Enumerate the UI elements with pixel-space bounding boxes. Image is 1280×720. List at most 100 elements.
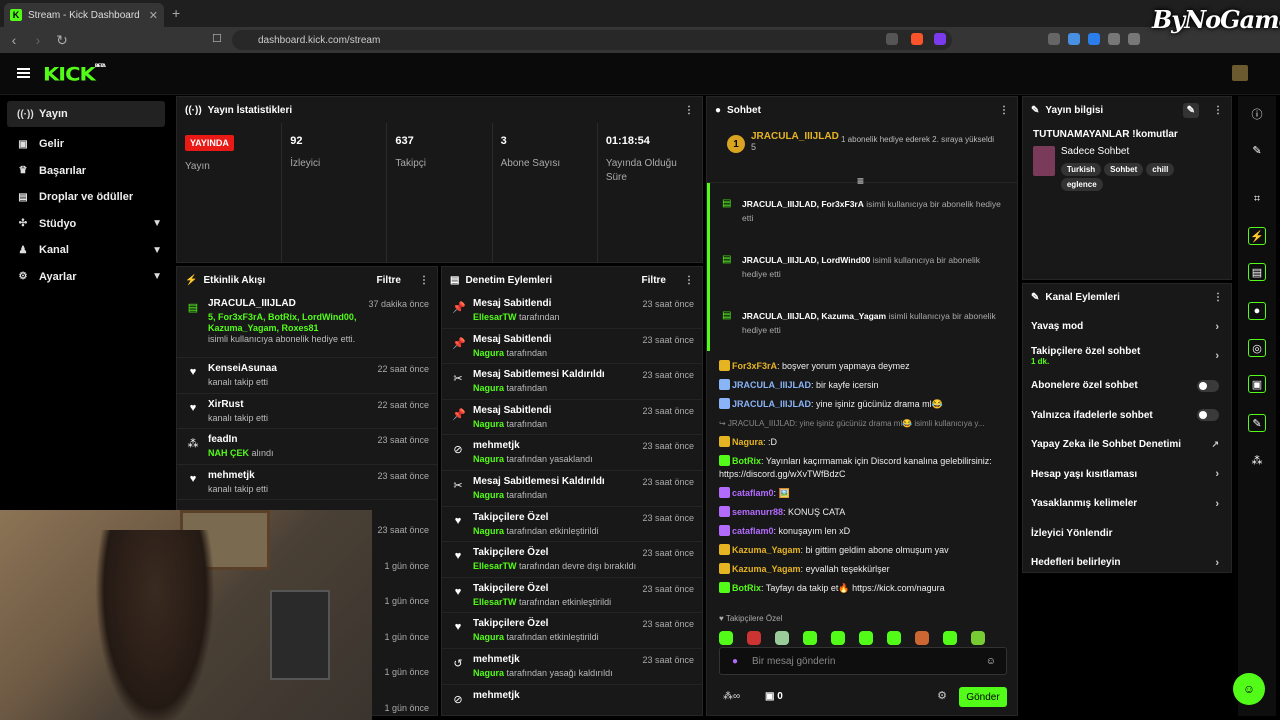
chat-username[interactable]: JRACULA_IIIJLAD [732, 399, 811, 409]
url-bar[interactable]: dashboard.kick.com/stream [232, 30, 952, 50]
filter-button[interactable]: Filtre [642, 275, 666, 286]
sidebar-item-droplar[interactable]: ▤ Droplar ve ödüller [0, 184, 172, 211]
more-icon[interactable]: ⋮ [999, 105, 1009, 116]
forward-icon[interactable]: › [28, 32, 48, 48]
chat-message[interactable]: cataflam0: konuşayım len xD [707, 522, 1017, 541]
chat-message[interactable]: JRACULA_IIIJLAD: yine işiniz gücünüz dra… [707, 395, 1017, 414]
chat-username[interactable]: cataflam0 [732, 526, 774, 536]
moderation-item[interactable]: 📌 Mesaj Sabitlendi Nagura tarafından 23 saa… [442, 400, 702, 436]
sidebar-item-ayarlar[interactable]: ⚙ Ayarlar ▼ [0, 264, 172, 291]
points-display[interactable]: ▣ 0 [765, 691, 783, 702]
channel-action[interactable]: Yalnızca ifadelerle sohbet [1023, 401, 1231, 431]
user-avatar[interactable] [1232, 65, 1248, 81]
moderation-item[interactable]: ✂ Mesaj Sabitlemesi Kaldırıldı Nagura tara… [442, 364, 702, 400]
moderation-item[interactable]: 📌 Mesaj Sabitlendi EllesarTW tarafından 23 … [442, 293, 702, 329]
moderation-item[interactable]: ⊘ mehmetjk [442, 685, 702, 715]
chat-message[interactable]: JRACULA_IIIJLAD: bir kayfe icersin [707, 376, 1017, 395]
channel-action[interactable]: Abonelere özel sohbet [1023, 371, 1231, 401]
edit-icon[interactable]: ✎ [1182, 102, 1199, 118]
mic-icon[interactable]: ● [732, 656, 738, 667]
emote-icon[interactable] [943, 631, 957, 645]
more-icon[interactable]: ⋮ [684, 105, 694, 116]
emote-icon[interactable] [775, 631, 789, 645]
extension-icon[interactable] [1068, 33, 1080, 45]
emote-icon[interactable] [747, 631, 761, 645]
category-name[interactable]: Sadece Sohbet [1061, 146, 1221, 157]
emote-icon[interactable] [859, 631, 873, 645]
chat-message[interactable]: cataflam0: 🖼️ [707, 484, 1017, 503]
channel-action[interactable]: İzleyici Yönlendir [1023, 519, 1231, 549]
channel-action[interactable]: Hesap yaşı kısıtlaması › [1023, 460, 1231, 490]
activity-item[interactable]: ▤ JRACULA_IIIJLAD 5, For3xF3rA, BotRix, Lo… [177, 293, 437, 358]
tag[interactable]: Sohbet [1104, 163, 1144, 176]
bookmark-icon[interactable]: ☐ [212, 32, 222, 45]
emote-icon[interactable] [915, 631, 929, 645]
browser-tab[interactable]: K Stream - Kick Dashboard ✕ [4, 3, 164, 27]
chat-username[interactable]: JRACULA_IIIJLAD [732, 380, 811, 390]
pinned-name[interactable]: JRACULA_IIIJLAD [751, 131, 839, 142]
moderation-item[interactable]: ♥ Takipçilere Özel Nagura tarafından etkin… [442, 507, 702, 543]
channel-action[interactable]: Hedefleri belirleyin › [1023, 548, 1231, 578]
chat-settings-icon[interactable]: ⚙ [937, 689, 947, 702]
chat-input[interactable]: ● Bir mesaj gönderin ☺ [719, 647, 1007, 675]
emote-icon[interactable] [971, 631, 985, 645]
more-icon[interactable]: ⋮ [684, 275, 694, 286]
moderation-item[interactable]: ♥ Takipçilere Özel Nagura tarafından etkin… [442, 613, 702, 649]
emoji-icon[interactable]: ☺ [986, 656, 996, 667]
activity-item[interactable]: ♥ mehmetjk kanalı takip etti 23 saat önce [177, 465, 437, 501]
chat-username[interactable]: For3xF3rA [732, 361, 777, 371]
menu-icon[interactable] [17, 68, 30, 78]
moderation-item[interactable]: ✂ Mesaj Sabitlemesi Kaldırıldı Nagura tara… [442, 471, 702, 507]
puzzle-icon[interactable] [1108, 33, 1120, 45]
info-icon[interactable]: ⓘ [1248, 105, 1266, 123]
channel-action[interactable]: Takipçilere özel sohbet 1 dk. › [1023, 342, 1231, 372]
emote-icon[interactable] [887, 631, 901, 645]
chat-message[interactable]: ↪ JRACULA_IIIJLAD: yine işiniz gücünüz d… [707, 414, 1017, 433]
chat-username[interactable]: cataflam0 [732, 488, 774, 498]
sidebar-icon[interactable] [1128, 33, 1140, 45]
moderation-item[interactable]: 📌 Mesaj Sabitlendi Nagura tarafından 23 saa… [442, 329, 702, 365]
edit-icon[interactable]: ✎ [1248, 141, 1266, 159]
tag[interactable]: chill [1146, 163, 1175, 176]
moderation-item[interactable]: ↺ mehmetjk Nagura tarafından yasağı kaldır… [442, 649, 702, 685]
rewards-icon[interactable] [934, 33, 946, 45]
back-icon[interactable]: ‹ [4, 32, 24, 48]
moderation-item[interactable]: ⊘ mehmetjk Nagura tarafından yasaklandı 23 … [442, 435, 702, 471]
emote-icon[interactable] [719, 631, 733, 645]
tag[interactable]: Turkish [1060, 163, 1102, 176]
chat-message[interactable]: BotRix: Tayfayı da takip et🔥 https://kic… [707, 579, 1017, 598]
more-icon[interactable]: ⋮ [1213, 292, 1223, 303]
chat-message[interactable]: semanurr88: KONUŞ CATA [707, 503, 1017, 522]
chat-message[interactable]: Nagura: :D [707, 433, 1017, 452]
chat-username[interactable]: BotRix [732, 583, 761, 593]
filter-button[interactable]: Filtre [377, 275, 401, 286]
kick-logo[interactable]: KICKBETA [43, 63, 106, 85]
chat-icon[interactable]: ● [1248, 302, 1266, 320]
wrench-icon[interactable]: ✎ [1248, 414, 1266, 432]
chat-username[interactable]: semanurr88 [732, 507, 783, 517]
toggle-switch[interactable] [1197, 379, 1219, 392]
points-icon[interactable]: ⁂ [1248, 451, 1266, 469]
extension-icon[interactable] [1048, 33, 1060, 45]
infinity-icon[interactable]: ⁂∞ [723, 691, 740, 702]
emote-icon[interactable] [831, 631, 845, 645]
more-icon[interactable]: ⋮ [419, 275, 429, 286]
capture-icon[interactable]: ⌗ [1248, 190, 1266, 208]
sidebar-item-basarilar[interactable]: ♛ Başarılar [0, 158, 172, 185]
lightning-icon[interactable]: ⚡ [1248, 227, 1266, 245]
brave-shield-icon[interactable] [911, 33, 923, 45]
chat-username[interactable]: Kazuma_Yagam [732, 564, 801, 574]
moderation-item[interactable]: ♥ Takipçilere Özel EllesarTW tarafından et… [442, 578, 702, 614]
emote-icon[interactable] [803, 631, 817, 645]
chat-message[interactable]: BotRix: Yayınları kaçırmamak için Discor… [707, 452, 1017, 484]
activity-item[interactable]: ♥ KenseiAsunaa kanalı takip etti 22 saat ön… [177, 358, 437, 394]
activity-item[interactable]: ⁂ feadIn NAH ÇEK alındı 23 saat önce [177, 429, 437, 465]
new-tab-button[interactable]: + [172, 5, 180, 21]
toggle-switch[interactable] [1197, 409, 1219, 422]
reload-icon[interactable]: ↻ [52, 32, 72, 49]
send-button[interactable]: Gönder [959, 687, 1007, 707]
share-icon[interactable] [886, 33, 898, 45]
sidebar-item-gelir[interactable]: ▣ Gelir [0, 131, 172, 158]
sidebar-item-yayin[interactable]: ((·)) Yayın [7, 101, 165, 127]
grid-icon[interactable]: ▣ [1248, 375, 1266, 393]
